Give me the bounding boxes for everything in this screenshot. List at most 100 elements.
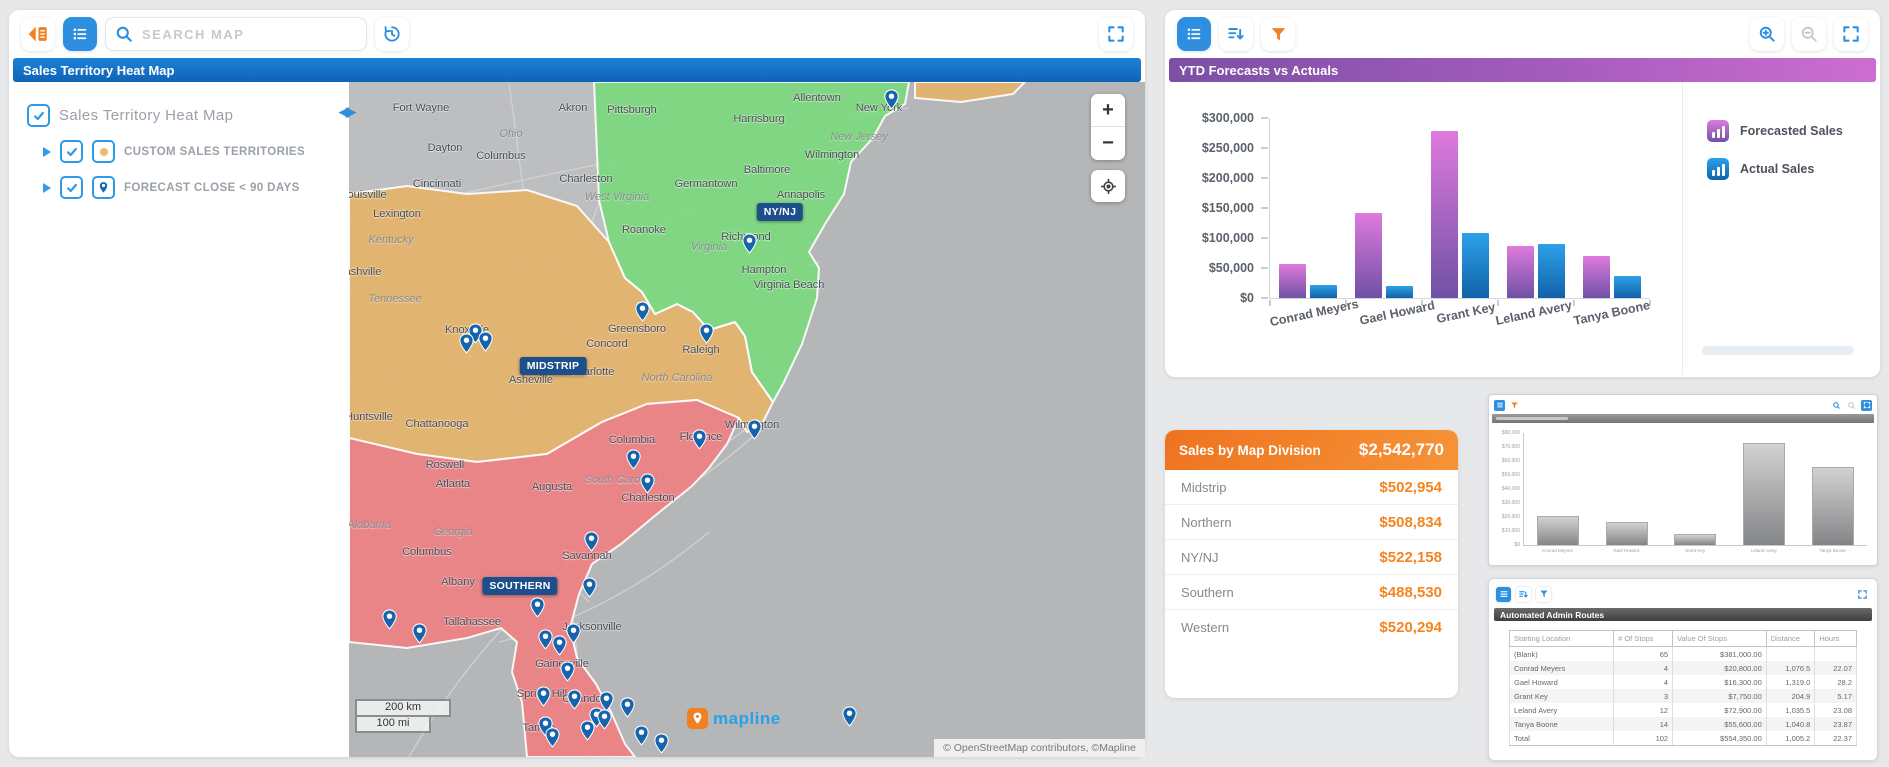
search-input[interactable]: [105, 17, 367, 51]
mini-chart-panel[interactable]: $0 $10,000 $20,000 $30,000 $40,000 $50,000 $60…: [1488, 394, 1878, 566]
sales-division-row: Northern $508,834: [1165, 504, 1458, 539]
map-pin-icon[interactable]: [742, 233, 757, 259]
y-axis-tick: [1261, 237, 1268, 239]
map-pin-icon[interactable]: [654, 733, 669, 757]
bar-forecasted-sales[interactable]: [1583, 256, 1610, 298]
division-name: Midstrip: [1181, 479, 1227, 495]
chart-body: $0 $50,000 $100,000 $150,000 $200,000 $250,00…: [1165, 82, 1880, 375]
zoom-in-icon[interactable]: [1750, 17, 1784, 51]
history-icon[interactable]: [375, 17, 409, 51]
table-icon[interactable]: [1177, 17, 1211, 51]
map-pin-icon[interactable]: [634, 725, 649, 751]
bar-actual-sales[interactable]: [1538, 244, 1565, 298]
panel-collapse-icon[interactable]: [21, 17, 55, 51]
routes-column-header[interactable]: # Of Stops: [1613, 630, 1674, 647]
zoom-out-button[interactable]: −: [1091, 127, 1125, 160]
routes-column-header[interactable]: Starting Location: [1508, 630, 1615, 647]
map-pin-icon[interactable]: [566, 623, 581, 649]
map-pin-icon[interactable]: [584, 531, 599, 557]
map-pin-icon[interactable]: [536, 686, 551, 712]
legend-item[interactable]: Forecasted Sales: [1707, 120, 1880, 142]
locate-icon[interactable]: [1091, 170, 1125, 202]
map-pin-icon[interactable]: [747, 419, 762, 445]
tree-root-item[interactable]: Sales Territory Heat Map: [27, 104, 349, 127]
y-axis-tick: [1261, 267, 1268, 269]
map-pin-icon[interactable]: [382, 609, 397, 635]
map-pin-icon[interactable]: [582, 577, 597, 603]
map-pin-icon[interactable]: [640, 473, 655, 499]
map-fullscreen-icon[interactable]: [1099, 17, 1133, 51]
filter-icon[interactable]: [1536, 586, 1551, 602]
bar-actual-sales[interactable]: [1386, 286, 1413, 298]
bar-forecasted-sales[interactable]: [1279, 264, 1306, 298]
checkbox[interactable]: [60, 176, 83, 199]
routes-column-header[interactable]: Distance: [1765, 630, 1816, 647]
tree-layer-item-0[interactable]: CUSTOM SALES TERRITORIES: [43, 140, 349, 163]
map-pin-icon[interactable]: [459, 333, 474, 359]
layer-list-icon[interactable]: [63, 17, 97, 51]
bar-groups: [1270, 118, 1650, 298]
map-scale: 200 km 100 mi: [355, 699, 451, 733]
mini-bar-groups: [1524, 433, 1867, 545]
panel-resize-handle[interactable]: ◀▶: [339, 104, 356, 120]
map-pin-icon[interactable]: [884, 89, 899, 115]
map-pin-icon[interactable]: [538, 629, 553, 655]
bar-forecasted-sales[interactable]: [1507, 245, 1534, 298]
chart-fullscreen-icon[interactable]: [1834, 17, 1868, 51]
bar-actual-sales[interactable]: [1462, 233, 1489, 298]
zoom-out-icon[interactable]: [1792, 17, 1826, 51]
routes-column-header[interactable]: Value Of Stops: [1672, 630, 1767, 647]
y-axis-tick: [1261, 207, 1268, 209]
mapline-logo: mapline: [687, 708, 781, 729]
table-icon[interactable]: [1496, 586, 1511, 602]
mini-bar: [1605, 522, 1648, 545]
map-pin-icon[interactable]: [597, 709, 612, 735]
legend-item[interactable]: Actual Sales: [1707, 158, 1880, 180]
zoom-in-button[interactable]: +: [1091, 94, 1125, 127]
routes-table-cell: 28.2: [1814, 675, 1857, 689]
map-pin-icon[interactable]: [842, 706, 857, 732]
routes-table-row: (Blank) 65 $381,000.00: [1508, 646, 1857, 661]
map-pin-icon[interactable]: [552, 635, 567, 661]
routes-fullscreen-icon[interactable]: [1855, 586, 1870, 602]
zoom-in-icon[interactable]: [1831, 400, 1842, 411]
tree-layer-item-1[interactable]: FORECAST CLOSE < 90 DAYS: [43, 176, 349, 199]
map-pin-icon[interactable]: [545, 727, 560, 753]
map-pin-icon[interactable]: [620, 697, 635, 723]
sort-icon[interactable]: [1516, 586, 1531, 602]
map-pin-icon[interactable]: [412, 623, 427, 649]
bar-actual-sales[interactable]: [1310, 285, 1337, 298]
map-pin-icon[interactable]: [692, 429, 707, 455]
map-pin-icon[interactable]: [530, 597, 545, 623]
map-pin-icon[interactable]: [699, 323, 714, 349]
sort-icon[interactable]: [1219, 17, 1253, 51]
table-icon[interactable]: [1494, 399, 1505, 411]
map-pin-icon[interactable]: [567, 689, 582, 715]
checkbox[interactable]: [27, 104, 50, 127]
map-pin-icon[interactable]: [560, 661, 575, 687]
routes-table-cell: 23.08: [1814, 703, 1857, 717]
expand-caret-icon[interactable]: [43, 146, 51, 157]
routes-table-cell: Grant Key: [1508, 689, 1615, 703]
routes-table-cell: 5.17: [1814, 689, 1857, 703]
pin-layer-icon: [92, 176, 115, 199]
map-canvas[interactable]: Fort Wayne Akron Pittsburgh Allentown New Yo…: [349, 82, 1145, 757]
x-axis-category-label: Conrad Meyers: [1268, 296, 1360, 330]
map-pin-icon[interactable]: [478, 331, 493, 357]
routes-column-header[interactable]: Hours: [1814, 630, 1857, 647]
zoom-out-icon[interactable]: [1846, 400, 1857, 411]
bar-forecasted-sales[interactable]: [1355, 212, 1382, 298]
checkbox[interactable]: [60, 140, 83, 163]
bar-actual-sales[interactable]: [1614, 275, 1641, 298]
map-pin-icon[interactable]: [626, 449, 641, 475]
map-state-label: New Jersey: [830, 131, 888, 143]
filter-icon[interactable]: [1509, 400, 1520, 411]
bar-forecasted-sales[interactable]: [1431, 131, 1458, 298]
filter-icon[interactable]: [1261, 17, 1295, 51]
map-pin-icon[interactable]: [580, 720, 595, 746]
chart-scrollbar[interactable]: [1702, 346, 1854, 355]
expand-caret-icon[interactable]: [43, 182, 51, 193]
map-pin-icon[interactable]: [635, 301, 650, 327]
fullscreen-icon[interactable]: [1861, 399, 1872, 411]
map-city-label: Virginia Beach: [753, 279, 825, 291]
